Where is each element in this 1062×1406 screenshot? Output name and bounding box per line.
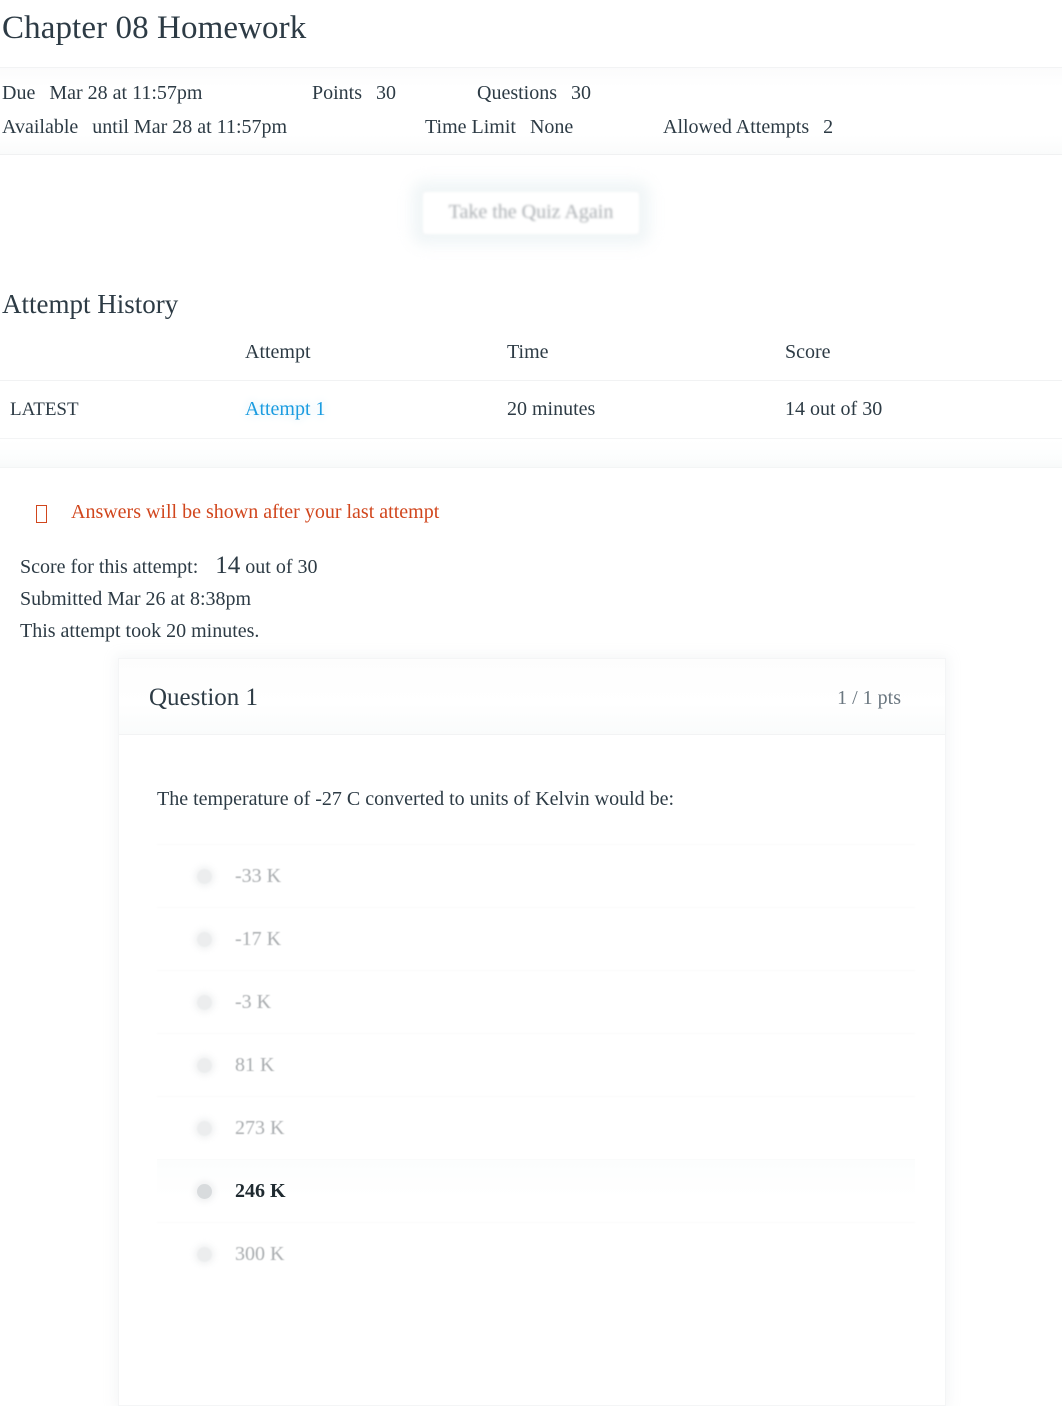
warning-icon	[36, 504, 47, 523]
attempt-history-col-time: Time	[507, 341, 785, 381]
attempt-history-col-score: Score	[785, 341, 1062, 381]
attempt-1-link[interactable]: Attempt 1	[245, 398, 326, 420]
quiz-detail-due-value: Mar 28 at 11:57pm	[49, 82, 203, 104]
take-quiz-again-container: Take the Quiz Again	[0, 191, 1062, 235]
attempt-score-label: Score for this attempt:	[20, 556, 199, 578]
attempt-submitted-line: Submitted Mar 26 at 8:38pm	[20, 588, 252, 610]
attempt-latest-badge: LATEST	[10, 399, 79, 420]
radio-button-icon[interactable]	[197, 868, 212, 884]
radio-button-icon[interactable]	[197, 994, 212, 1010]
quiz-detail-time-limit: Time Limit None	[425, 110, 663, 144]
answers-notice: Answers will be shown after your last at…	[0, 501, 1062, 524]
question-card: Question 1 1 / 1 pts The temperature of …	[118, 658, 946, 1406]
answer-options-list: -33 K -17 K -3 K 81 K 273 K 246 K 300 K	[157, 844, 915, 1285]
answer-option-label: 300 K	[235, 1242, 285, 1265]
quiz-detail-allowed-attempts: Allowed Attempts 2	[663, 110, 833, 144]
answer-option[interactable]: 300 K	[157, 1222, 915, 1285]
quiz-detail-due-label: Due	[2, 82, 36, 104]
attempt-score-line: Score for this attempt: 14 out of 30	[20, 550, 1062, 583]
quiz-detail-points-label: Points	[312, 82, 363, 104]
quiz-detail-questions-value: 30	[571, 82, 591, 104]
answer-option-selected[interactable]: 246 K	[157, 1159, 915, 1222]
answer-option[interactable]: 273 K	[157, 1096, 915, 1159]
answer-option[interactable]: -17 K	[157, 907, 915, 970]
quiz-detail-allowed-attempts-value: 2	[823, 116, 834, 138]
quiz-detail-due: Due Mar 28 at 11:57pm	[2, 76, 312, 110]
quiz-detail-questions-label: Questions	[477, 82, 557, 104]
answer-option-label: 273 K	[235, 1116, 285, 1139]
quiz-detail-available-value: until Mar 28 at 11:57pm	[92, 116, 288, 138]
quiz-details-row-1: Due Mar 28 at 11:57pm Points 30 Question…	[2, 76, 1062, 110]
quiz-detail-available-label: Available	[2, 116, 79, 138]
question-card-tail	[155, 1285, 915, 1405]
attempt-history-header-row: Attempt Time Score	[0, 341, 1062, 381]
quiz-details-row-2: Available until Mar 28 at 11:57pm Time L…	[2, 110, 1062, 144]
attempt-history-heading: Attempt History	[2, 289, 179, 319]
radio-button-icon[interactable]	[197, 1183, 212, 1199]
radio-button-icon[interactable]	[197, 1246, 212, 1262]
quiz-detail-time-limit-value: None	[529, 116, 574, 138]
answer-option-label: -33 K	[235, 864, 282, 887]
quiz-detail-available: Available until Mar 28 at 11:57pm	[2, 110, 425, 144]
attempt-time-value: 20 minutes	[507, 380, 785, 439]
question-body: The temperature of -27 C converted to un…	[119, 735, 945, 1405]
answer-option-label: -17 K	[235, 927, 282, 950]
attempt-history-col-attempt: Attempt	[245, 341, 507, 381]
quiz-details-band: Due Mar 28 at 11:57pm Points 30 Question…	[0, 67, 1062, 155]
attempt-summary: Score for this attempt: 14 out of 30 Submi…	[0, 550, 1062, 647]
question-text: The temperature of -27 C converted to un…	[157, 788, 675, 810]
quiz-detail-questions: Questions 30	[477, 76, 591, 110]
answer-option-label: 246 K	[235, 1179, 286, 1202]
question-points: 1 / 1 pts	[837, 686, 901, 709]
attempt-score-value: 14 out of 30	[785, 380, 1062, 439]
answer-option[interactable]: -33 K	[157, 844, 915, 907]
answer-option-label: 81 K	[235, 1053, 275, 1076]
question-header: Question 1 1 / 1 pts	[119, 659, 945, 735]
radio-button-icon[interactable]	[197, 1057, 212, 1073]
attempt-history-table: Attempt Time Score LATEST Attempt 1 20 m…	[0, 341, 1062, 439]
answers-notice-text: Answers will be shown after your last at…	[71, 501, 440, 523]
question-title: Question 1	[149, 684, 259, 711]
quiz-detail-points-value: 30	[376, 82, 397, 104]
take-quiz-again-button[interactable]: Take the Quiz Again	[421, 191, 641, 235]
attempt-history-col-flag	[0, 341, 245, 381]
attempt-score-suffix: out of 30	[245, 556, 318, 578]
quiz-detail-time-limit-label: Time Limit	[425, 116, 516, 138]
page-title: Chapter 08 Homework	[2, 10, 307, 46]
quiz-detail-allowed-attempts-label: Allowed Attempts	[663, 116, 810, 138]
attempt-history-footer-band	[0, 439, 1062, 468]
answer-option-label: -3 K	[235, 990, 272, 1013]
attempt-duration-line: This attempt took 20 minutes.	[20, 620, 260, 642]
quiz-detail-points: Points 30	[312, 76, 477, 110]
attempt-score-number: 14	[215, 552, 241, 579]
table-row: LATEST Attempt 1 20 minutes 14 out of 30	[0, 380, 1062, 439]
answer-option[interactable]: 81 K	[157, 1033, 915, 1096]
radio-button-icon[interactable]	[197, 1120, 212, 1136]
answer-option[interactable]: -3 K	[157, 970, 915, 1033]
radio-button-icon[interactable]	[197, 931, 212, 947]
